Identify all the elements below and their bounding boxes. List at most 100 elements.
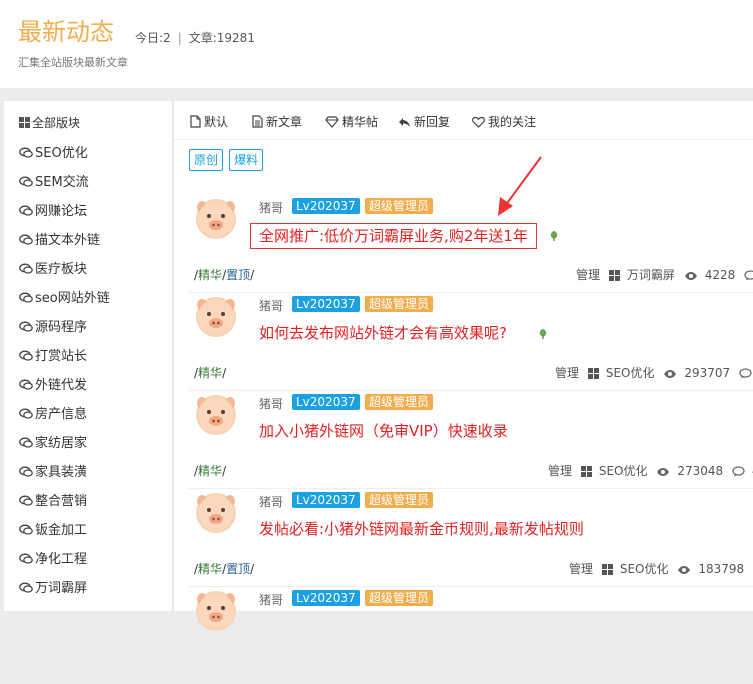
sidebar-item[interactable]: 钣金加工 — [19, 516, 110, 545]
level-badge: Lv202037 — [292, 590, 360, 606]
forum-link[interactable]: SEO优化 — [588, 366, 655, 380]
diamond-icon — [325, 116, 339, 128]
sidebar-item[interactable]: seo网站外链 — [19, 284, 110, 313]
flag-featured[interactable]: 精华 — [198, 464, 222, 478]
document-icon — [190, 115, 201, 128]
comments-icon — [19, 437, 33, 448]
sidebar-item[interactable]: 源码程序 — [19, 313, 110, 342]
tab-label: 精华帖 — [342, 115, 378, 129]
sidebar-item-label: 网赚论坛 — [35, 204, 87, 219]
sidebar-item[interactable]: 外链代发 — [19, 371, 110, 400]
grid-icon — [602, 564, 613, 575]
post-meta: 管理 万词霸屏 4228 0 — [571, 266, 753, 283]
sort-tabs: 默认 新文章 精华帖 新回复 我的关注 — [174, 101, 753, 140]
sidebar-item[interactable]: SEO优化 — [19, 139, 110, 168]
sidebar-item[interactable]: 整合营销 — [19, 487, 110, 516]
sidebar-item[interactable]: 打赏站长 — [19, 342, 110, 371]
tab-label: 新文章 — [266, 115, 302, 129]
manage-link[interactable]: 管理 — [555, 366, 579, 380]
avatar[interactable] — [194, 393, 238, 437]
author-name[interactable]: 猪哥 — [259, 591, 283, 608]
manage-link[interactable]: 管理 — [548, 464, 572, 478]
author-name[interactable]: 猪哥 — [259, 297, 283, 314]
reply-count: 53 — [739, 366, 753, 380]
tab-default[interactable]: 默认 — [190, 113, 228, 130]
forum-link[interactable]: SEO优化 — [602, 562, 669, 576]
forum-name: SEO优化 — [599, 464, 648, 478]
sidebar-item[interactable]: 净化工程 — [19, 545, 110, 574]
author-name[interactable]: 猪哥 — [259, 199, 283, 216]
forum-link[interactable]: 万词霸屏 — [609, 268, 675, 282]
sidebar-heading-label: 全部版块 — [32, 116, 80, 130]
post-meta: 管理 SEO优化 183798 1 — [564, 560, 753, 577]
tag-breaking[interactable]: 爆料 — [229, 149, 263, 171]
sidebar-item-label: 医疗板块 — [35, 262, 87, 277]
leaf-icon — [537, 328, 549, 340]
post-title[interactable]: 如何去发布网站外链才会有高效果呢? — [259, 322, 507, 343]
page-header: 最新动态 今日:2|文章:19281 汇集全站版块最新文章 — [0, 0, 753, 88]
role-badge: 超级管理员 — [365, 590, 433, 606]
eye-icon — [677, 565, 691, 575]
manage-link[interactable]: 管理 — [569, 562, 593, 576]
sidebar-heading[interactable]: 全部版块 — [19, 114, 80, 131]
sidebar-item[interactable]: 房产信息 — [19, 400, 110, 429]
view-count-value: 183798 — [698, 562, 744, 576]
author-name[interactable]: 猪哥 — [259, 493, 283, 510]
reply-count: 40 — [732, 464, 753, 478]
sidebar-item[interactable]: SEM交流 — [19, 168, 110, 197]
tab-label: 新回复 — [414, 115, 450, 129]
view-count-value: 293707 — [684, 366, 730, 380]
comments-icon — [19, 350, 33, 361]
forum-list: SEO优化 SEM交流 网赚论坛 描文本外链 医疗板块 seo网站外链 源码程序… — [19, 139, 110, 603]
comments-icon — [19, 582, 33, 593]
sidebar-item[interactable]: 家纺居家 — [19, 429, 110, 458]
sidebar-item[interactable]: 描文本外链 — [19, 226, 110, 255]
tab-featured[interactable]: 精华帖 — [325, 113, 378, 130]
forum-link[interactable]: SEO优化 — [581, 464, 648, 478]
author-name[interactable]: 猪哥 — [259, 395, 283, 412]
tab-new-articles[interactable]: 新文章 — [252, 113, 302, 130]
manage-link[interactable]: 管理 — [576, 268, 600, 282]
post-title[interactable]: 全网推广:低价万词霸屏业务,购2年送1年 — [250, 223, 537, 249]
comment-icon — [744, 270, 753, 281]
flag-featured[interactable]: 精华 — [198, 268, 222, 282]
sidebar-item[interactable]: 医疗板块 — [19, 255, 110, 284]
tab-label: 默认 — [204, 115, 228, 129]
leaf-icon — [548, 230, 560, 242]
avatar[interactable] — [194, 491, 238, 535]
flag-pinned[interactable]: 置顶 — [226, 562, 250, 576]
sidebar-item[interactable]: 网赚论坛 — [19, 197, 110, 226]
main-content: 默认 新文章 精华帖 新回复 我的关注 原创 爆料 猪哥 Lv202037 超级… — [174, 101, 753, 611]
view-count: 273048 — [656, 464, 723, 478]
eye-icon — [656, 467, 670, 477]
sidebar-item-label: 外链代发 — [35, 378, 87, 393]
tag-original[interactable]: 原创 — [189, 149, 223, 171]
reply-count: 0 — [744, 268, 753, 282]
sidebar-item-label: 整合营销 — [35, 494, 87, 509]
avatar[interactable] — [194, 197, 238, 241]
tab-new-replies[interactable]: 新回复 — [398, 113, 450, 130]
flag-pinned[interactable]: 置顶 — [226, 268, 250, 282]
role-badge: 超级管理员 — [365, 394, 433, 410]
sidebar-item-label: 打赏站长 — [35, 349, 87, 364]
sidebar-item-label: 家具装潢 — [35, 465, 87, 480]
post-item: 猪哥 Lv202037 超级管理员 全网推广:低价万词霸屏业务,购2年送1年 /… — [189, 194, 753, 293]
sidebar-item[interactable]: 家具装潢 — [19, 458, 110, 487]
level-badge: Lv202037 — [292, 394, 360, 410]
tab-following[interactable]: 我的关注 — [472, 113, 536, 130]
post-flags: /精华/置顶/ — [194, 266, 254, 283]
post-flags: /精华/ — [194, 462, 226, 479]
comment-icon — [739, 368, 752, 379]
avatar[interactable] — [194, 589, 238, 633]
sidebar-item[interactable]: 万词霸屏 — [19, 574, 110, 603]
comments-icon — [19, 379, 33, 390]
flag-featured[interactable]: 精华 — [198, 562, 222, 576]
view-count: 183798 — [677, 562, 744, 576]
comments-icon — [19, 466, 33, 477]
comments-icon — [19, 147, 33, 158]
avatar[interactable] — [194, 295, 238, 339]
post-title[interactable]: 加入小猪外链网（免审VIP）快速收录 — [259, 420, 508, 441]
flag-featured[interactable]: 精华 — [198, 366, 222, 380]
grid-icon — [588, 368, 599, 379]
post-title[interactable]: 发帖必看:小猪外链网最新金币规则,最新发帖规则 — [259, 518, 584, 539]
